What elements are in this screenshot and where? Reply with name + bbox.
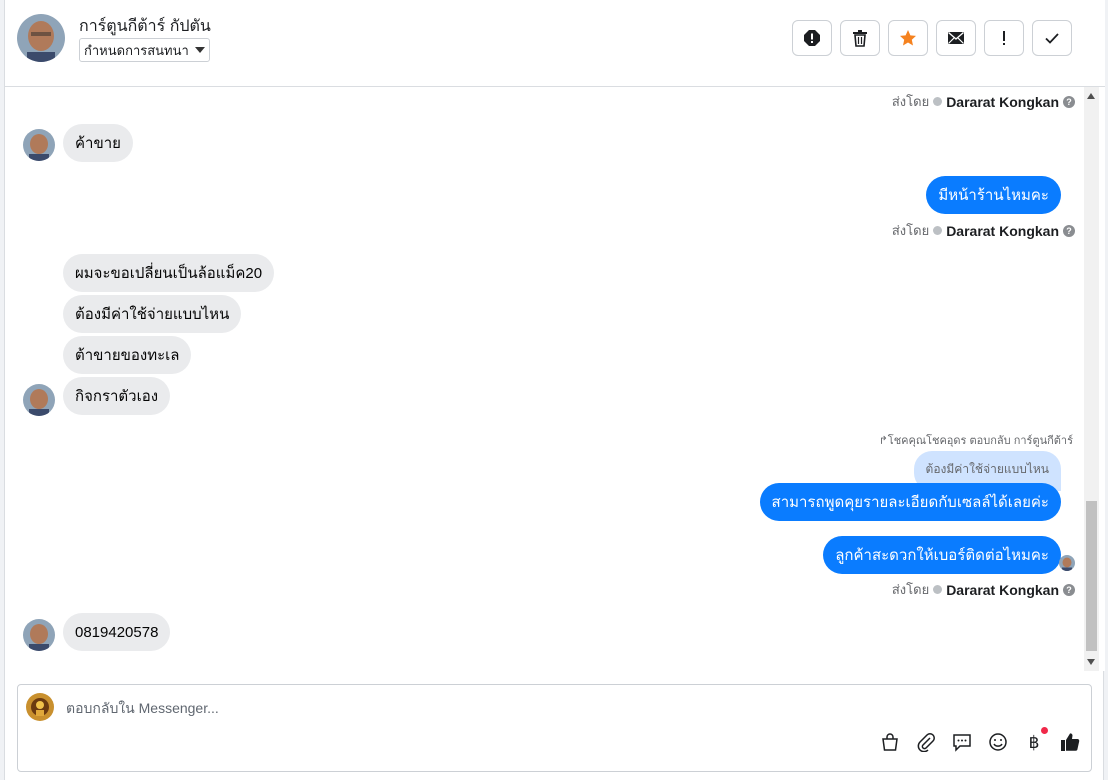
sent-by-line: ส่งโดย Dararat Kongkan ? xyxy=(892,220,1075,241)
page-avatar xyxy=(26,693,54,721)
baht-icon: ฿ xyxy=(1029,733,1040,752)
mail-icon xyxy=(948,31,964,44)
contact-name[interactable]: การ์ตูนกีต้าร์ กัปตัน xyxy=(79,14,211,39)
delete-button[interactable] xyxy=(840,20,880,56)
follow-up-icon xyxy=(1003,31,1005,45)
message-scrollbar[interactable] xyxy=(1084,87,1099,671)
trash-icon xyxy=(853,30,867,47)
help-icon[interactable]: ? xyxy=(1063,95,1075,108)
scrollbar-thumb[interactable] xyxy=(1086,501,1097,651)
verified-icon xyxy=(933,226,943,235)
avatar[interactable] xyxy=(23,129,55,161)
sent-by-line: ส่งโดย Dararat Kongkan ? xyxy=(892,579,1075,600)
reply-input[interactable] xyxy=(66,697,846,719)
incoming-message[interactable]: 0819420578 xyxy=(63,613,171,651)
emoji-icon xyxy=(989,733,1007,751)
help-icon[interactable]: ? xyxy=(1063,224,1075,237)
outgoing-message[interactable]: สามารถพูดคุยรายละเอียดกับเซลล์ได้เลยค่ะ xyxy=(759,483,1061,521)
scroll-up-arrow-icon[interactable] xyxy=(1087,93,1095,99)
reply-header: ↱โชคคุณโชคอุดร ตอบกลับ การ์ตูนกีต้าร์ xyxy=(878,435,1073,447)
sent-by-line: ส่งโดย Dararat Kongkan ? xyxy=(892,91,1075,112)
star-button[interactable] xyxy=(888,20,928,56)
messenger-panel: การ์ตูนกีต้าร์ กัปตัน กำหนดการสนทนา ส่งโ… xyxy=(4,0,1105,780)
saved-reply-button[interactable] xyxy=(951,731,973,753)
help-icon[interactable]: ? xyxy=(1063,583,1075,596)
avatar[interactable] xyxy=(23,619,55,651)
incoming-message[interactable]: ค้าขาย xyxy=(63,124,133,162)
outgoing-message[interactable]: ลูกค้าสะดวกให้เบอร์ติดต่อไหมคะ xyxy=(823,536,1061,574)
sender-name[interactable]: Dararat Kongkan xyxy=(946,582,1059,598)
bag-icon xyxy=(882,733,898,751)
assign-label: กำหนดการสนทนา xyxy=(84,42,189,58)
like-icon xyxy=(1061,733,1080,751)
chevron-down-icon xyxy=(194,47,205,53)
saved-reply-icon xyxy=(953,734,971,752)
sender-name[interactable]: Dararat Kongkan xyxy=(946,223,1059,239)
reply-composer: ฿ xyxy=(17,684,1092,772)
done-icon xyxy=(1045,33,1059,44)
incoming-message[interactable]: ต้องมีค่าใช้จ่ายแบบไหน xyxy=(63,295,242,333)
spam-icon xyxy=(804,30,820,46)
verified-icon xyxy=(933,585,943,594)
mark-done-button[interactable] xyxy=(1032,20,1072,56)
incoming-message[interactable]: กิจกราตัวเอง xyxy=(63,377,171,415)
payment-button[interactable]: ฿ xyxy=(1023,727,1048,753)
contact-avatar[interactable] xyxy=(17,14,65,62)
outgoing-message[interactable]: มีหน้าร้านไหมคะ xyxy=(926,176,1061,214)
verified-icon xyxy=(933,97,943,106)
emoji-button[interactable] xyxy=(987,731,1009,753)
incoming-message[interactable]: ต้าขายของทะเล xyxy=(63,336,192,374)
incoming-message[interactable]: ผมจะขอเปลี่ยนเป็นล้อแม็ค20 xyxy=(63,254,275,292)
assign-conversation-dropdown[interactable]: กำหนดการสนทนา xyxy=(79,38,210,62)
attach-button[interactable] xyxy=(915,731,937,753)
svg-text:฿: ฿ xyxy=(1029,733,1040,752)
message-thread[interactable]: ส่งโดย Dararat Kongkan ? ค้าขาย มีหน้าร้… xyxy=(5,87,1105,671)
avatar[interactable] xyxy=(23,384,55,416)
bag-button[interactable] xyxy=(879,731,901,753)
paperclip-icon xyxy=(917,733,935,752)
star-icon xyxy=(900,30,916,46)
sender-name[interactable]: Dararat Kongkan xyxy=(946,94,1059,110)
mark-spam-button[interactable] xyxy=(792,20,832,56)
mark-unread-button[interactable] xyxy=(936,20,976,56)
notification-dot xyxy=(1041,727,1048,734)
scroll-down-arrow-icon[interactable] xyxy=(1087,659,1095,665)
like-button[interactable] xyxy=(1059,731,1081,753)
conversation-toolbar xyxy=(792,20,1072,56)
composer-tools: ฿ xyxy=(879,727,1081,753)
seen-avatar xyxy=(1059,555,1075,571)
follow-up-button[interactable] xyxy=(984,20,1024,56)
conversation-header: การ์ตูนกีต้าร์ กัปตัน กำหนดการสนทนา xyxy=(5,0,1105,87)
reply-arrow-icon: ↱ xyxy=(878,435,888,447)
